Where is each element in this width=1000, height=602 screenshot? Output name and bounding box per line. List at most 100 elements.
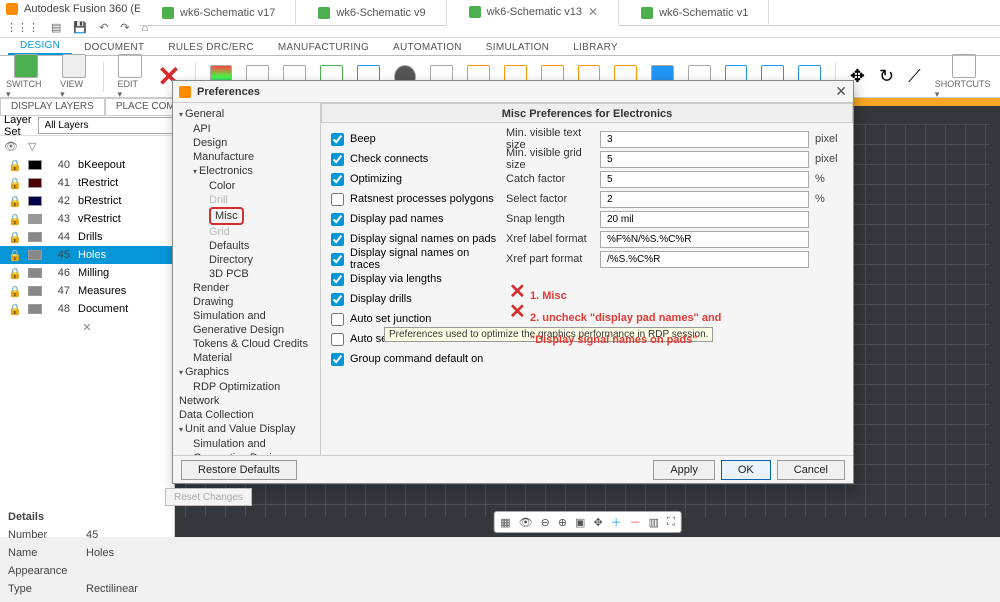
tree-node[interactable]: Simulation and Generative Design bbox=[175, 309, 318, 337]
pref-checkbox[interactable] bbox=[331, 273, 344, 286]
layer-swatch[interactable] bbox=[28, 232, 42, 242]
nav-layers-icon[interactable]: ▥ bbox=[649, 516, 659, 529]
undo-icon[interactable]: ↶ bbox=[99, 21, 108, 34]
layer-row[interactable]: 🔒48Document bbox=[0, 300, 174, 318]
layer-row[interactable]: 🔒46Milling bbox=[0, 264, 174, 282]
pref-checkbox[interactable] bbox=[331, 213, 344, 226]
nav-add-icon[interactable]: ＋ bbox=[611, 514, 622, 530]
layer-swatch[interactable] bbox=[28, 250, 42, 260]
mirror-icon[interactable]: ⟋ bbox=[908, 66, 921, 87]
nav-grid-icon[interactable]: ▦ bbox=[500, 516, 510, 529]
pref-checkbox[interactable] bbox=[331, 233, 344, 246]
tree-node[interactable]: Grid bbox=[175, 225, 318, 239]
layer-row[interactable]: 🔒40bKeepout bbox=[0, 156, 174, 174]
nav-eye-icon[interactable]: 👁 bbox=[519, 516, 533, 529]
nav-pan-icon[interactable]: ✥ bbox=[593, 516, 602, 529]
tree-node[interactable]: Simulation and Generative Design bbox=[175, 437, 318, 455]
layer-row[interactable]: 🔒44Drills bbox=[0, 228, 174, 246]
tree-node[interactable]: Render bbox=[175, 281, 318, 295]
nav-zoomout-icon[interactable]: ⊖ bbox=[541, 516, 550, 529]
ribbon-tab[interactable]: SIMULATION bbox=[474, 40, 561, 55]
ribbon-tab[interactable]: AUTOMATION bbox=[381, 40, 474, 55]
pref-checkbox[interactable] bbox=[331, 353, 344, 366]
doc-tab[interactable]: wk6-Schematic v1 bbox=[619, 0, 769, 26]
lock-icon[interactable]: 🔒 bbox=[8, 177, 20, 190]
close-icon[interactable]: ✕ bbox=[588, 5, 598, 19]
doc-tab[interactable]: wk6-Schematic v13✕ bbox=[447, 0, 619, 26]
tree-node[interactable]: Manufacture bbox=[175, 150, 318, 164]
lock-icon[interactable]: 🔒 bbox=[8, 159, 20, 172]
menu-icon[interactable]: ⋮⋮⋮ bbox=[6, 21, 39, 34]
tree-node[interactable]: Design bbox=[175, 136, 318, 150]
edit-paste-icon[interactable] bbox=[118, 54, 142, 78]
pref-checkbox[interactable] bbox=[331, 173, 344, 186]
pref-input[interactable] bbox=[600, 211, 809, 228]
redo-icon[interactable]: ↷ bbox=[120, 21, 129, 34]
dialog-close-icon[interactable]: ✕ bbox=[835, 83, 847, 100]
view-icon[interactable] bbox=[62, 54, 86, 78]
pref-input[interactable] bbox=[600, 231, 809, 248]
reset-changes-button[interactable]: Reset Changes bbox=[165, 488, 252, 506]
lock-icon[interactable]: 🔒 bbox=[8, 249, 20, 262]
ribbon-tab[interactable]: MANUFACTURING bbox=[266, 40, 381, 55]
layer-swatch[interactable] bbox=[28, 160, 42, 170]
view-nav-bar[interactable]: ▦ 👁 ⊖ ⊕ ▣ ✥ ＋ － ▥ ⛶ bbox=[493, 511, 682, 533]
ok-button[interactable]: OK bbox=[721, 460, 771, 480]
filter-icon[interactable]: ▽ bbox=[28, 140, 36, 153]
restore-defaults-button[interactable]: Restore Defaults bbox=[181, 460, 297, 480]
lock-icon[interactable]: 🔒 bbox=[8, 213, 20, 226]
nav-expand-icon[interactable]: ⛶ bbox=[667, 516, 675, 529]
tree-node[interactable]: Network bbox=[175, 394, 318, 408]
layer-swatch[interactable] bbox=[28, 304, 42, 314]
nav-fit-icon[interactable]: ▣ bbox=[575, 516, 585, 529]
cancel-button[interactable]: Cancel bbox=[777, 460, 845, 480]
pref-checkbox[interactable] bbox=[331, 293, 344, 306]
ribbon-tab[interactable]: RULES DRC/ERC bbox=[156, 40, 266, 55]
pref-input[interactable] bbox=[600, 131, 809, 148]
tree-node[interactable]: API bbox=[175, 122, 318, 136]
doc-tab[interactable]: wk6-Schematic v9 bbox=[296, 0, 446, 26]
visibility-icon[interactable]: 👁 bbox=[4, 140, 18, 153]
tree-node[interactable]: 3D PCB bbox=[175, 267, 318, 281]
rotate-icon[interactable]: ↻ bbox=[879, 66, 894, 87]
layer-swatch[interactable] bbox=[28, 196, 42, 206]
switch-icon[interactable] bbox=[14, 54, 38, 78]
pref-checkbox[interactable] bbox=[331, 133, 344, 146]
pref-checkbox[interactable] bbox=[331, 253, 344, 266]
pref-checkbox[interactable] bbox=[331, 153, 344, 166]
layer-row[interactable]: 🔒42bRestrict bbox=[0, 192, 174, 210]
layer-row[interactable]: 🔒45Holes bbox=[0, 246, 174, 264]
tree-node[interactable]: Directory bbox=[175, 253, 318, 267]
layer-swatch[interactable] bbox=[28, 286, 42, 296]
tree-node[interactable]: Unit and Value Display bbox=[175, 422, 318, 437]
lock-icon[interactable]: 🔒 bbox=[8, 303, 20, 316]
layer-swatch[interactable] bbox=[28, 268, 42, 278]
pref-input[interactable] bbox=[600, 251, 809, 268]
lock-icon[interactable]: 🔒 bbox=[8, 285, 20, 298]
tree-node[interactable]: Defaults bbox=[175, 239, 318, 253]
layer-set-select[interactable] bbox=[38, 117, 184, 134]
nav-zoomin-icon[interactable]: ⊕ bbox=[558, 516, 567, 529]
tree-node[interactable]: RDP Optimization bbox=[175, 380, 318, 394]
tree-node[interactable]: Material bbox=[175, 351, 318, 365]
tree-node[interactable]: Graphics bbox=[175, 365, 318, 380]
tree-node[interactable]: Electronics bbox=[175, 164, 318, 179]
ribbon-tab[interactable]: LIBRARY bbox=[561, 40, 630, 55]
pref-input[interactable] bbox=[600, 151, 809, 168]
pref-checkbox[interactable] bbox=[331, 193, 344, 206]
tree-node[interactable]: General bbox=[175, 107, 318, 122]
preferences-tree[interactable]: GeneralAPIDesignManufactureElectronicsCo… bbox=[173, 103, 321, 455]
close-panel-icon[interactable]: ✕ bbox=[0, 318, 174, 337]
ribbon-tab[interactable]: DESIGN bbox=[8, 38, 72, 55]
apply-button[interactable]: Apply bbox=[653, 460, 715, 480]
tree-node[interactable]: Drill bbox=[175, 193, 318, 207]
doc-tab[interactable]: wk6-Schematic v17 bbox=[140, 0, 296, 26]
layer-row[interactable]: 🔒41tRestrict bbox=[0, 174, 174, 192]
pref-input[interactable] bbox=[600, 191, 809, 208]
tree-node[interactable]: Tokens & Cloud Credits bbox=[175, 337, 318, 351]
shortcuts-icon[interactable] bbox=[952, 54, 976, 78]
lock-icon[interactable]: 🔒 bbox=[8, 231, 20, 244]
lock-icon[interactable]: 🔒 bbox=[8, 267, 20, 280]
pref-checkbox[interactable] bbox=[331, 313, 344, 326]
layer-row[interactable]: 🔒43vRestrict bbox=[0, 210, 174, 228]
